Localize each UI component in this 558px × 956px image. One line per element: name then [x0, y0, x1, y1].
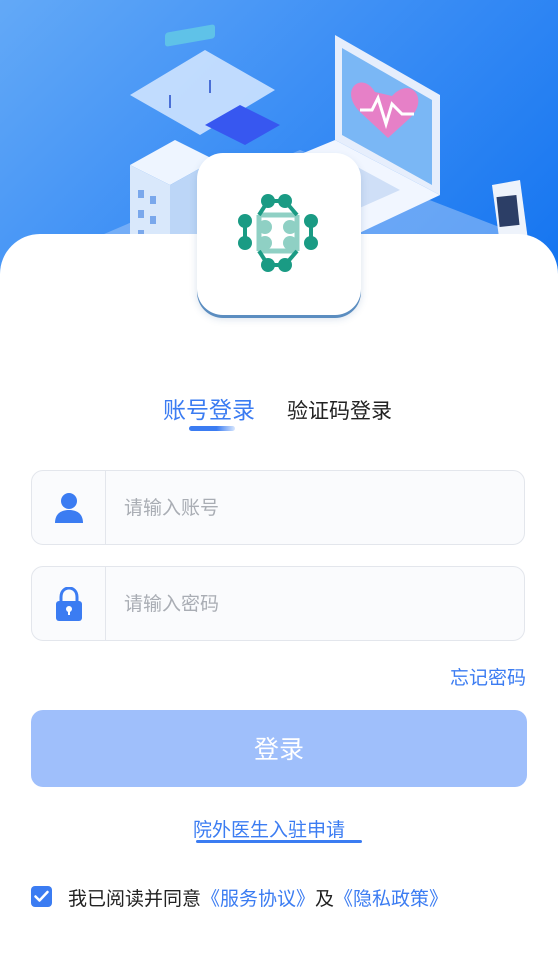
- password-icon-cell: [32, 567, 106, 640]
- password-field: [31, 566, 525, 641]
- forgot-password-link[interactable]: 忘记密码: [450, 663, 526, 690]
- app-logo: [197, 153, 361, 315]
- account-input[interactable]: [124, 471, 504, 544]
- service-agreement-link[interactable]: 《服务协议》: [201, 888, 315, 910]
- account-field: [31, 470, 525, 545]
- agreement-checkbox[interactable]: [31, 886, 52, 907]
- check-icon: [34, 890, 49, 902]
- doctor-apply-link[interactable]: 院外医生入驻申请: [193, 815, 345, 842]
- tab-sms-code-login[interactable]: 验证码登录: [287, 393, 392, 433]
- agreement-text: 我已阅读并同意《服务协议》及《隐私政策》: [68, 884, 448, 911]
- account-icon-cell: [32, 471, 106, 544]
- privacy-policy-link[interactable]: 《隐私政策》: [334, 888, 448, 910]
- lock-icon: [56, 587, 82, 621]
- user-icon: [55, 493, 83, 523]
- molecule-logo-icon: [238, 194, 318, 272]
- active-tab-indicator: [189, 426, 235, 431]
- agreement-prefix: 我已阅读并同意: [68, 888, 202, 910]
- apply-link-underline: [196, 840, 362, 843]
- agreement-joiner: 及: [315, 888, 335, 910]
- password-input[interactable]: [124, 567, 504, 640]
- login-button[interactable]: 登录: [31, 710, 527, 787]
